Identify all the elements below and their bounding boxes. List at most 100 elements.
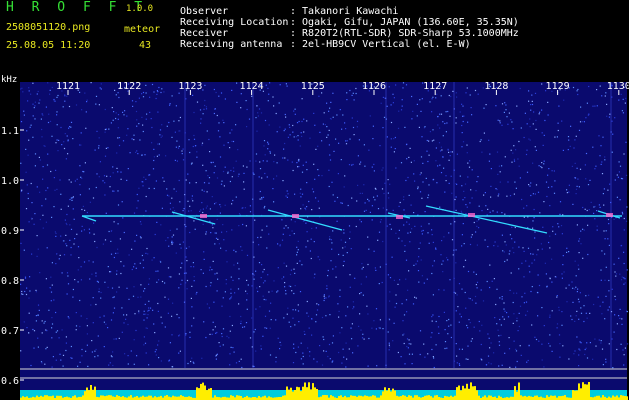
- level-bar: [320, 396, 322, 400]
- noise-dot: [501, 212, 503, 214]
- noise-dot: [165, 155, 167, 157]
- noise-dot: [113, 296, 115, 298]
- noise-dot: [46, 330, 48, 332]
- noise-dot: [145, 352, 147, 354]
- noise-dot: [407, 289, 409, 291]
- noise-dot: [169, 229, 171, 231]
- noise-dot: [104, 182, 106, 184]
- level-bar: [174, 396, 176, 400]
- noise-dot: [290, 219, 292, 221]
- level-bar: [464, 388, 466, 400]
- noise-dot: [397, 283, 399, 285]
- noise-dot: [371, 166, 373, 168]
- noise-dot: [265, 299, 267, 301]
- noise-dot: [444, 191, 446, 193]
- level-bar: [546, 395, 548, 400]
- noise-dot: [404, 126, 406, 128]
- noise-dot: [281, 219, 283, 221]
- noise-dot: [368, 337, 370, 340]
- noise-dot: [481, 324, 483, 326]
- noise-dot: [92, 297, 94, 299]
- noise-dot: [293, 292, 295, 295]
- noise-dot: [307, 347, 309, 349]
- noise-dot: [264, 154, 266, 156]
- noise-dot: [420, 259, 422, 261]
- noise-dot: [575, 315, 577, 317]
- noise-dot: [576, 167, 578, 169]
- noise-dot: [479, 140, 481, 143]
- noise-dot: [575, 286, 577, 288]
- noise-dot: [541, 307, 543, 309]
- noise-dot: [485, 104, 487, 106]
- noise-dot: [47, 153, 49, 155]
- noise-dot: [406, 221, 408, 223]
- noise-dot: [90, 82, 92, 84]
- noise-dot: [201, 144, 203, 146]
- noise-dot: [391, 256, 393, 258]
- level-bar: [534, 395, 536, 400]
- noise-dot: [300, 342, 302, 344]
- noise-dot: [371, 327, 373, 329]
- noise-dot: [470, 340, 472, 342]
- noise-dot: [587, 224, 589, 226]
- level-bar: [164, 395, 166, 400]
- noise-dot: [306, 206, 308, 208]
- noise-dot: [135, 151, 137, 153]
- noise-dot: [388, 197, 390, 199]
- noise-dot: [551, 281, 553, 283]
- noise-dot: [20, 88, 22, 90]
- level-bar: [210, 388, 212, 400]
- noise-dot: [608, 343, 610, 345]
- noise-dot: [614, 299, 617, 301]
- noise-dot: [103, 321, 105, 323]
- noise-dot: [98, 104, 100, 106]
- noise-dot: [255, 153, 258, 155]
- noise-dot: [592, 105, 594, 107]
- noise-dot: [587, 253, 589, 256]
- noise-dot: [238, 213, 241, 215]
- noise-dot: [58, 337, 60, 339]
- noise-dot: [264, 205, 266, 208]
- level-bar: [104, 396, 106, 400]
- noise-dot: [277, 243, 279, 245]
- noise-dot: [134, 313, 136, 315]
- noise-dot: [66, 213, 68, 216]
- noise-dot: [303, 131, 305, 133]
- noise-dot: [214, 273, 216, 275]
- noise-dot: [558, 226, 560, 228]
- noise-dot: [559, 356, 561, 358]
- noise-dot: [123, 114, 125, 116]
- noise-dot: [26, 287, 28, 289]
- noise-dot: [498, 344, 501, 346]
- noise-dot: [259, 198, 261, 200]
- noise-dot: [327, 134, 329, 136]
- noise-dot: [122, 140, 125, 142]
- noise-dot: [21, 293, 23, 295]
- noise-dot: [190, 266, 192, 268]
- noise-dot: [402, 82, 405, 84]
- noise-dot: [281, 239, 284, 241]
- noise-dot: [151, 142, 153, 144]
- noise-dot: [144, 303, 146, 305]
- noise-dot: [153, 257, 155, 259]
- noise-dot: [362, 294, 364, 296]
- level-bar: [374, 395, 376, 400]
- noise-dot: [25, 293, 28, 296]
- noise-dot: [578, 252, 580, 254]
- noise-dot: [218, 243, 220, 245]
- noise-dot: [319, 259, 321, 261]
- noise-dot: [133, 134, 135, 136]
- noise-dot: [521, 198, 523, 201]
- noise-dot: [75, 325, 78, 327]
- noise-dot: [623, 354, 625, 356]
- noise-dot: [369, 115, 371, 117]
- noise-dot: [343, 260, 345, 262]
- level-bar: [22, 396, 24, 400]
- noise-dot: [157, 111, 159, 113]
- noise-dot: [582, 228, 584, 230]
- noise-dot: [297, 310, 300, 312]
- noise-dot: [212, 161, 214, 163]
- noise-dot: [70, 197, 72, 199]
- noise-dot: [199, 210, 201, 212]
- level-bar: [384, 387, 386, 400]
